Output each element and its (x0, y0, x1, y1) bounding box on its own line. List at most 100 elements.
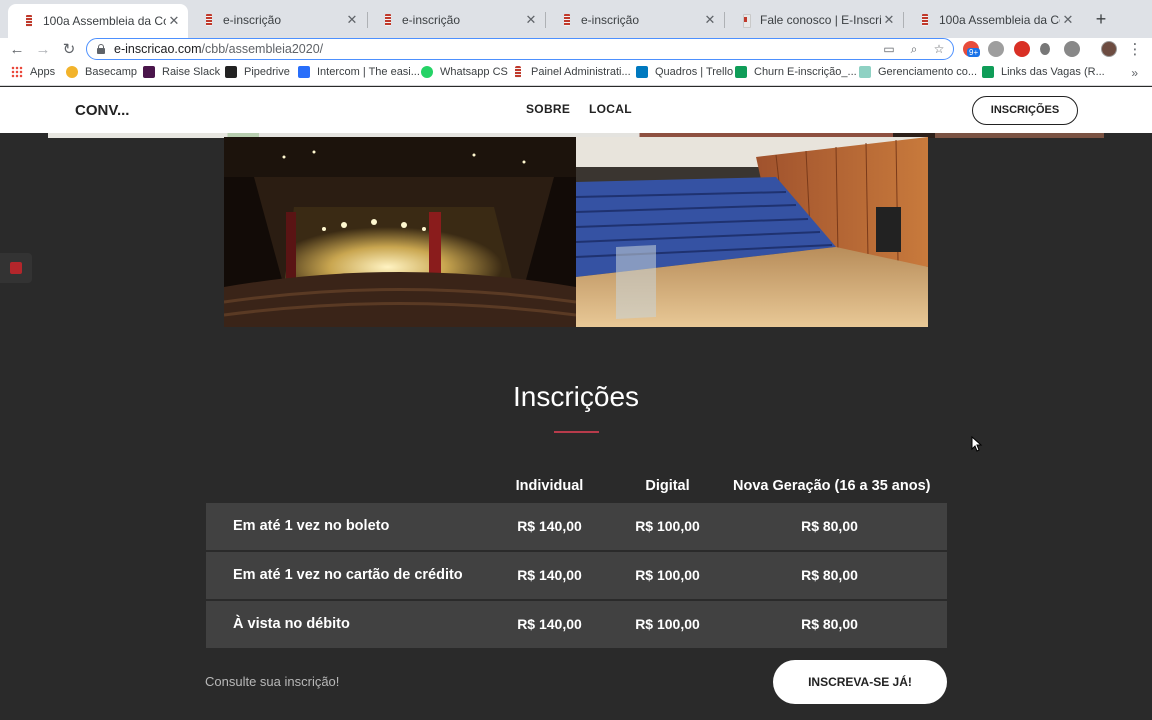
mouse-cursor-icon (971, 436, 983, 452)
bookmark-links-vagas[interactable]: Links das Vagas (R... (982, 66, 1105, 78)
bookmark-trello[interactable]: Quadros | Trello (636, 66, 733, 78)
bookmark-label: Pipedrive (244, 66, 290, 78)
bookmark-label: Gerenciamento co... (878, 66, 978, 78)
site-header: CONV... SOBRE LOCAL INSCRIÇÕES (0, 87, 1152, 133)
browser-tab[interactable]: 100a Assembleia da Convenç ✕ (904, 5, 1082, 35)
site-favicon-icon (204, 14, 214, 26)
bookmarks-overflow-button[interactable]: » (1131, 66, 1138, 80)
extension-icon[interactable] (1064, 41, 1080, 57)
forward-button[interactable]: → (32, 39, 54, 61)
bookmark-star-icon[interactable]: ☆ (931, 41, 947, 57)
subscribe-now-button[interactable]: INSCREVA-SE JÁ! (773, 660, 947, 704)
tab-title: e-inscrição (581, 13, 640, 27)
bookmark-raise-slack[interactable]: Raise Slack (143, 66, 220, 78)
cast-icon[interactable]: ▭ (881, 41, 897, 57)
bookmark-churn[interactable]: Churn E-inscrição_... (735, 66, 857, 78)
doc-icon (859, 66, 871, 78)
site-favicon-icon (515, 66, 521, 78)
side-widget-button[interactable] (0, 253, 32, 283)
bookmark-painel[interactable]: Painel Administrati... (512, 66, 631, 78)
site-favicon-icon (562, 14, 572, 26)
nav-link-local[interactable]: LOCAL (589, 102, 632, 116)
reload-button[interactable]: ↻ (58, 39, 80, 61)
extension-icon[interactable] (988, 41, 1004, 57)
site-favicon-icon (920, 14, 930, 26)
bookmark-apps[interactable]: Apps (11, 66, 55, 78)
sheets-icon (982, 66, 994, 78)
menu-icon[interactable]: ⋮ (1124, 39, 1146, 61)
close-icon[interactable]: ✕ (702, 12, 718, 28)
price-cell-nova-geracao: R$ 80,00 (801, 518, 858, 534)
nav-link-sobre[interactable]: SOBRE (526, 102, 570, 116)
column-header-nova-geracao: Nova Geração (16 a 35 anos) (733, 478, 931, 494)
intercom-icon (298, 66, 310, 78)
price-row-cartao: Em até 1 vez no cartão de crédito R$ 140… (206, 552, 947, 599)
whatsapp-icon (421, 66, 433, 78)
price-cell-digital: R$ 100,00 (635, 567, 700, 583)
price-row-debito: À vista no débito R$ 140,00 R$ 100,00 R$… (206, 601, 947, 648)
bookmark-label: Whatsapp CS (440, 66, 508, 78)
new-tab-button[interactable]: + (1092, 9, 1110, 29)
tab-title: Fale conosco | E-Inscrição (760, 13, 881, 27)
price-cell-individual: R$ 140,00 (517, 567, 582, 583)
close-icon[interactable]: ✕ (881, 12, 897, 28)
price-cell-individual: R$ 140,00 (517, 518, 582, 534)
browser-toolbar: ← → ↻ e-inscricao.com/cbb/assembleia2020… (0, 38, 1152, 62)
bookmark-intercom[interactable]: Intercom | The easi... (298, 66, 420, 78)
extension-block-icon[interactable] (1014, 41, 1030, 57)
site-logo[interactable]: CONV... (75, 102, 129, 119)
browser-tab[interactable]: e-inscrição ✕ (546, 5, 724, 35)
bookmark-pipedrive[interactable]: Pipedrive (225, 66, 290, 78)
close-icon[interactable]: ✕ (166, 13, 182, 29)
bookmark-whatsapp[interactable]: Whatsapp CS (421, 66, 508, 78)
extension-badge: 9+ (967, 48, 981, 57)
basecamp-icon (66, 66, 78, 78)
tab-title: e-inscrição (402, 13, 461, 27)
browser-tab-active[interactable]: 100a Assembleia da Convenç ✕ (8, 4, 188, 38)
close-icon[interactable]: ✕ (344, 12, 360, 28)
section-title: Inscrições (512, 381, 640, 412)
bookmark-basecamp[interactable]: Basecamp (66, 66, 137, 78)
price-cell-nova-geracao: R$ 80,00 (801, 616, 858, 632)
tab-title: 100a Assembleia da Convenç (43, 14, 166, 28)
url-text: e-inscricao.com/cbb/assembleia2020/ (114, 42, 323, 56)
url-path: /cbb/assembleia2020/ (201, 42, 324, 56)
browser-tab[interactable]: e-inscrição ✕ (188, 5, 366, 35)
apps-grid-icon (11, 66, 23, 78)
site-favicon-icon (24, 15, 34, 27)
consult-registration-link[interactable]: Consulte sua inscrição! (205, 674, 339, 689)
bookmark-label: Basecamp (85, 66, 137, 78)
profile-avatar[interactable] (1101, 41, 1117, 57)
close-icon[interactable]: ✕ (1060, 12, 1076, 28)
bookmark-label: Painel Administrati... (531, 66, 631, 78)
row-label: À vista no débito (233, 616, 350, 632)
browser-tab[interactable]: Fale conosco | E-Inscrição ✕ (725, 5, 903, 35)
slack-icon (143, 66, 155, 78)
omnibox-actions: ▭ ⌕ ☆ (881, 41, 947, 57)
venue-photo-stage (224, 137, 576, 327)
bookmark-gerenciamento[interactable]: Gerenciamento co... (859, 66, 977, 78)
nav-inscricoes-button[interactable]: INSCRIÇÕES (972, 96, 1078, 125)
title-underline (554, 431, 599, 433)
extension-icon[interactable] (1040, 43, 1050, 55)
price-row-boleto: Em até 1 vez no boleto R$ 140,00 R$ 100,… (206, 503, 947, 550)
row-label: Em até 1 vez no boleto (233, 518, 390, 534)
bookmark-label: Raise Slack (162, 66, 221, 78)
browser-tab[interactable]: e-inscrição ✕ (367, 5, 545, 35)
url-domain: e-inscricao.com (114, 42, 202, 56)
contact-favicon-icon (741, 14, 751, 28)
trello-icon (636, 66, 648, 78)
close-icon[interactable]: ✕ (523, 12, 539, 28)
address-bar[interactable]: e-inscricao.com/cbb/assembleia2020/ ▭ ⌕ … (86, 38, 954, 60)
price-cell-individual: R$ 140,00 (517, 616, 582, 632)
bookmarks-bar: Apps Basecamp Raise Slack Pipedrive Inte… (0, 62, 1152, 86)
lock-icon (97, 44, 105, 54)
bookmark-label: Quadros | Trello (655, 66, 734, 78)
column-header-digital: Digital (645, 478, 690, 494)
bookmark-label: Intercom | The easi... (317, 66, 420, 78)
price-cell-digital: R$ 100,00 (635, 616, 700, 632)
pipedrive-icon (225, 66, 237, 78)
zoom-icon[interactable]: ⌕ (906, 41, 922, 57)
bookmark-label: Churn E-inscrição_... (754, 66, 857, 78)
back-button[interactable]: ← (6, 39, 28, 61)
